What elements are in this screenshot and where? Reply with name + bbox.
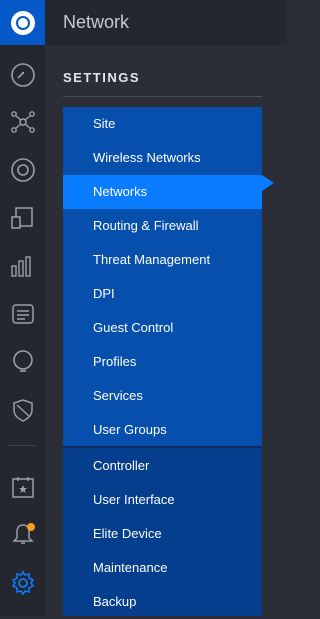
active-item-pointer — [262, 175, 274, 191]
menu-item-user-groups[interactable]: User Groups — [63, 413, 262, 447]
alerts-icon[interactable] — [0, 518, 45, 552]
ubiquiti-logo[interactable] — [0, 0, 45, 45]
menu-item-networks[interactable]: Networks — [63, 175, 262, 209]
menu-item-routing-firewall[interactable]: Routing & Firewall — [63, 209, 262, 243]
menu-item-dpi[interactable]: DPI — [63, 277, 262, 311]
menu-item-wireless-networks[interactable]: Wireless Networks — [63, 141, 262, 175]
logo-ring-icon — [10, 10, 35, 35]
top-bar: Network — [45, 0, 287, 45]
menu-item-guest-control[interactable]: Guest Control — [63, 311, 262, 345]
menu-item-site[interactable]: Site — [63, 107, 262, 141]
menu-item-threat-management[interactable]: Threat Management — [63, 243, 262, 277]
settings-icon[interactable] — [0, 566, 45, 600]
settings-section-label: SETTINGS — [63, 70, 141, 85]
dashboard-icon[interactable] — [0, 58, 45, 92]
events-icon[interactable] — [0, 470, 45, 504]
sidebar-rail — [0, 0, 45, 616]
menu-item-user-interface[interactable]: User Interface — [63, 483, 262, 517]
section-divider — [63, 96, 262, 97]
statistics-icon[interactable] — [0, 249, 45, 283]
page-title: Network — [63, 12, 130, 32]
topology-icon[interactable] — [0, 105, 45, 139]
map-icon[interactable] — [0, 345, 45, 379]
menu-item-profiles[interactable]: Profiles — [63, 345, 262, 379]
alert-badge-dot — [27, 523, 35, 531]
menu-item-controller[interactable]: Controller — [63, 449, 262, 483]
menu-item-maintenance[interactable]: Maintenance — [63, 551, 262, 585]
rail-divider — [8, 445, 37, 446]
devices-icon[interactable] — [0, 153, 45, 187]
menu-item-services[interactable]: Services — [63, 379, 262, 413]
settings-menu: Site Wireless Networks Networks Routing … — [63, 107, 262, 616]
menu-item-elite-device[interactable]: Elite Device — [63, 517, 262, 551]
insights-icon[interactable] — [0, 297, 45, 331]
security-icon[interactable] — [0, 393, 45, 427]
clients-icon[interactable] — [0, 201, 45, 235]
menu-item-backup[interactable]: Backup — [63, 585, 262, 619]
